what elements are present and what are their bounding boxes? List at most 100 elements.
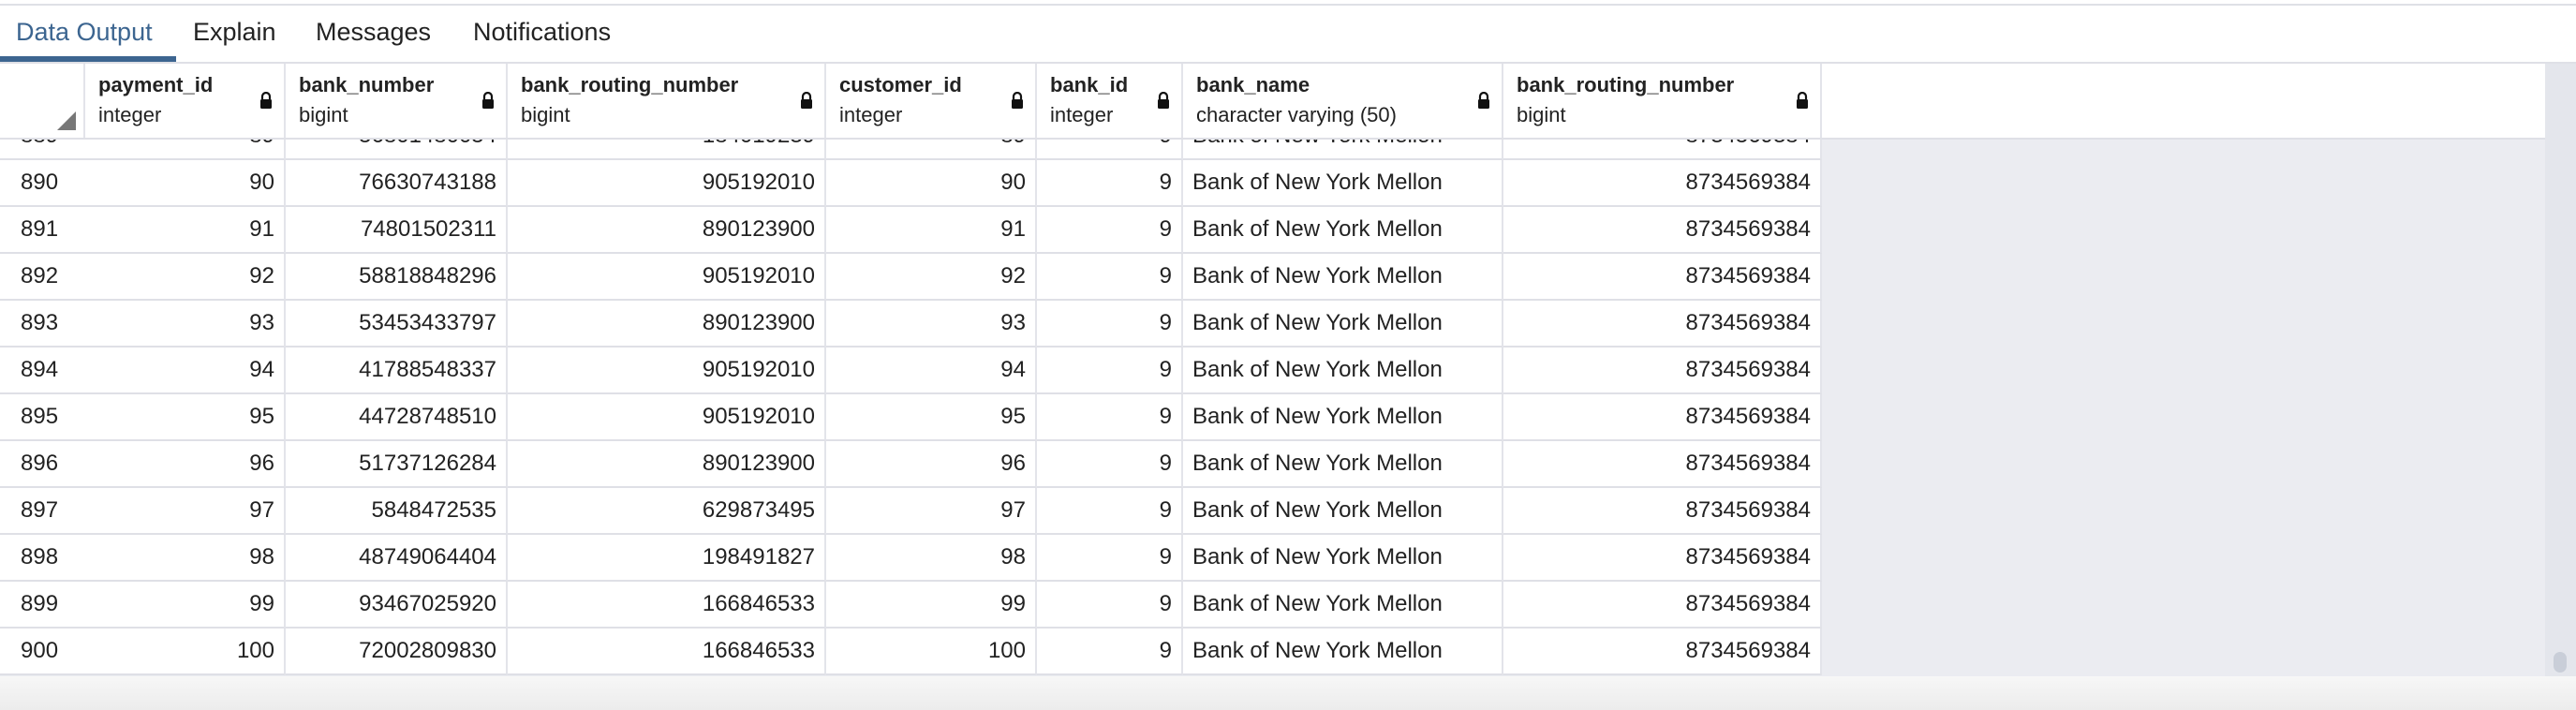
tab-data-output[interactable]: Data Output bbox=[16, 6, 153, 62]
table-cell[interactable]: Bank of New York Mellon bbox=[1183, 394, 1503, 441]
column-header-bank_id[interactable]: bank_id integer bbox=[1037, 64, 1183, 138]
table-cell[interactable]: 905192010 bbox=[508, 394, 826, 441]
table-cell[interactable]: 905192010 bbox=[508, 160, 826, 207]
scrollbar-thumb[interactable] bbox=[2554, 652, 2567, 673]
row-number[interactable]: 894 bbox=[0, 348, 96, 394]
table-cell[interactable]: 41788548337 bbox=[286, 348, 508, 394]
row-number[interactable]: 896 bbox=[0, 441, 96, 488]
table-cell[interactable]: 8734569384 bbox=[1503, 254, 1822, 301]
row-number[interactable]: 900 bbox=[0, 629, 96, 675]
table-cell[interactable]: 9 bbox=[1037, 301, 1183, 348]
table-cell[interactable]: 100 bbox=[826, 629, 1037, 675]
table-cell[interactable]: 90 bbox=[826, 160, 1037, 207]
table-cell[interactable]: 94 bbox=[85, 348, 286, 394]
table-cell[interactable]: Bank of New York Mellon bbox=[1183, 207, 1503, 254]
table-cell[interactable]: 8734569384 bbox=[1503, 582, 1822, 629]
table-cell[interactable]: 51737126284 bbox=[286, 441, 508, 488]
table-cell[interactable]: 9 bbox=[1037, 535, 1183, 582]
tab-notifications[interactable]: Notifications bbox=[473, 6, 611, 62]
table-cell[interactable]: 9 bbox=[1037, 254, 1183, 301]
table-cell[interactable]: 9 bbox=[1037, 629, 1183, 675]
tab-messages[interactable]: Messages bbox=[316, 6, 431, 62]
table-cell[interactable]: 9 bbox=[1037, 582, 1183, 629]
table-cell[interactable]: Bank of New York Mellon bbox=[1183, 629, 1503, 675]
table-cell[interactable]: 93 bbox=[85, 301, 286, 348]
table-cell[interactable]: 9 bbox=[1037, 207, 1183, 254]
table-cell[interactable]: 53453433797 bbox=[286, 301, 508, 348]
row-number[interactable]: 893 bbox=[0, 301, 96, 348]
table-cell[interactable]: 890123900 bbox=[508, 301, 826, 348]
row-number[interactable]: 895 bbox=[0, 394, 96, 441]
table-cell[interactable]: 166846533 bbox=[508, 629, 826, 675]
table-cell[interactable]: 92 bbox=[826, 254, 1037, 301]
table-cell[interactable]: 98 bbox=[826, 535, 1037, 582]
table-cell[interactable]: 58818848296 bbox=[286, 254, 508, 301]
table-cell[interactable]: 8734569384 bbox=[1503, 629, 1822, 675]
vertical-scrollbar[interactable] bbox=[2545, 64, 2576, 676]
table-cell[interactable]: 97 bbox=[826, 488, 1037, 535]
table-cell[interactable]: Bank of New York Mellon bbox=[1183, 254, 1503, 301]
row-number[interactable]: 897 bbox=[0, 488, 96, 535]
column-header-payment_id[interactable]: payment_id integer bbox=[85, 64, 286, 138]
table-cell[interactable]: 92 bbox=[85, 254, 286, 301]
table-cell[interactable]: 74801502311 bbox=[286, 207, 508, 254]
row-number[interactable]: 890 bbox=[0, 160, 96, 207]
table-cell[interactable]: 91 bbox=[826, 207, 1037, 254]
table-cell[interactable]: 96 bbox=[826, 441, 1037, 488]
table-cell[interactable]: 9 bbox=[1037, 394, 1183, 441]
table-cell[interactable]: 95 bbox=[826, 394, 1037, 441]
table-cell[interactable]: 8734569384 bbox=[1503, 394, 1822, 441]
row-number[interactable]: 898 bbox=[0, 535, 96, 582]
column-header-bank_number[interactable]: bank_number bigint bbox=[286, 64, 508, 138]
table-cell[interactable]: 96 bbox=[85, 441, 286, 488]
table-cell[interactable]: 95 bbox=[85, 394, 286, 441]
table-cell[interactable]: 629873495 bbox=[508, 488, 826, 535]
table-cell[interactable]: 99 bbox=[85, 582, 286, 629]
table-cell[interactable]: 8734569384 bbox=[1503, 207, 1822, 254]
table-cell[interactable]: 90 bbox=[85, 160, 286, 207]
table-cell[interactable]: 44728748510 bbox=[286, 394, 508, 441]
table-cell[interactable]: 98 bbox=[85, 535, 286, 582]
table-cell[interactable]: 72002809830 bbox=[286, 629, 508, 675]
column-header-customer_id[interactable]: customer_id integer bbox=[826, 64, 1037, 138]
table-cell[interactable]: 905192010 bbox=[508, 348, 826, 394]
row-number[interactable]: 892 bbox=[0, 254, 96, 301]
table-cell[interactable]: 890123900 bbox=[508, 441, 826, 488]
table-cell[interactable]: 8734569384 bbox=[1503, 441, 1822, 488]
table-cell[interactable]: 8734569384 bbox=[1503, 535, 1822, 582]
select-all-corner[interactable] bbox=[0, 64, 85, 138]
table-cell[interactable]: 9 bbox=[1037, 160, 1183, 207]
table-cell[interactable]: 166846533 bbox=[508, 582, 826, 629]
table-cell[interactable]: Bank of New York Mellon bbox=[1183, 488, 1503, 535]
table-cell[interactable]: 9 bbox=[1037, 441, 1183, 488]
table-cell[interactable]: 99 bbox=[826, 582, 1037, 629]
table-cell[interactable]: 93 bbox=[826, 301, 1037, 348]
table-cell[interactable]: 198491827 bbox=[508, 535, 826, 582]
table-cell[interactable]: 5848472535 bbox=[286, 488, 508, 535]
column-header-bank_routing_number[interactable]: bank_routing_number bigint bbox=[508, 64, 826, 138]
table-cell[interactable]: Bank of New York Mellon bbox=[1183, 160, 1503, 207]
column-header-bank_name[interactable]: bank_name character varying (50) bbox=[1183, 64, 1503, 138]
table-cell[interactable]: 76630743188 bbox=[286, 160, 508, 207]
table-cell[interactable]: 93467025920 bbox=[286, 582, 508, 629]
table-cell[interactable]: Bank of New York Mellon bbox=[1183, 441, 1503, 488]
table-cell[interactable]: 890123900 bbox=[508, 207, 826, 254]
table-cell[interactable]: Bank of New York Mellon bbox=[1183, 301, 1503, 348]
table-cell[interactable]: 48749064404 bbox=[286, 535, 508, 582]
table-cell[interactable]: 8734569384 bbox=[1503, 301, 1822, 348]
table-cell[interactable]: Bank of New York Mellon bbox=[1183, 348, 1503, 394]
table-cell[interactable]: 97 bbox=[85, 488, 286, 535]
table-cell[interactable]: 8734569384 bbox=[1503, 488, 1822, 535]
row-number[interactable]: 899 bbox=[0, 582, 96, 629]
table-cell[interactable]: 8734569384 bbox=[1503, 160, 1822, 207]
table-cell[interactable]: 100 bbox=[85, 629, 286, 675]
table-cell[interactable]: Bank of New York Mellon bbox=[1183, 535, 1503, 582]
table-cell[interactable]: 94 bbox=[826, 348, 1037, 394]
tab-explain[interactable]: Explain bbox=[193, 6, 276, 62]
row-number[interactable]: 891 bbox=[0, 207, 96, 254]
table-cell[interactable]: 8734569384 bbox=[1503, 348, 1822, 394]
table-cell[interactable]: 9 bbox=[1037, 488, 1183, 535]
table-cell[interactable]: 9 bbox=[1037, 348, 1183, 394]
table-cell[interactable]: 91 bbox=[85, 207, 286, 254]
column-header-bank_routing_number[interactable]: bank_routing_number bigint bbox=[1503, 64, 1822, 138]
